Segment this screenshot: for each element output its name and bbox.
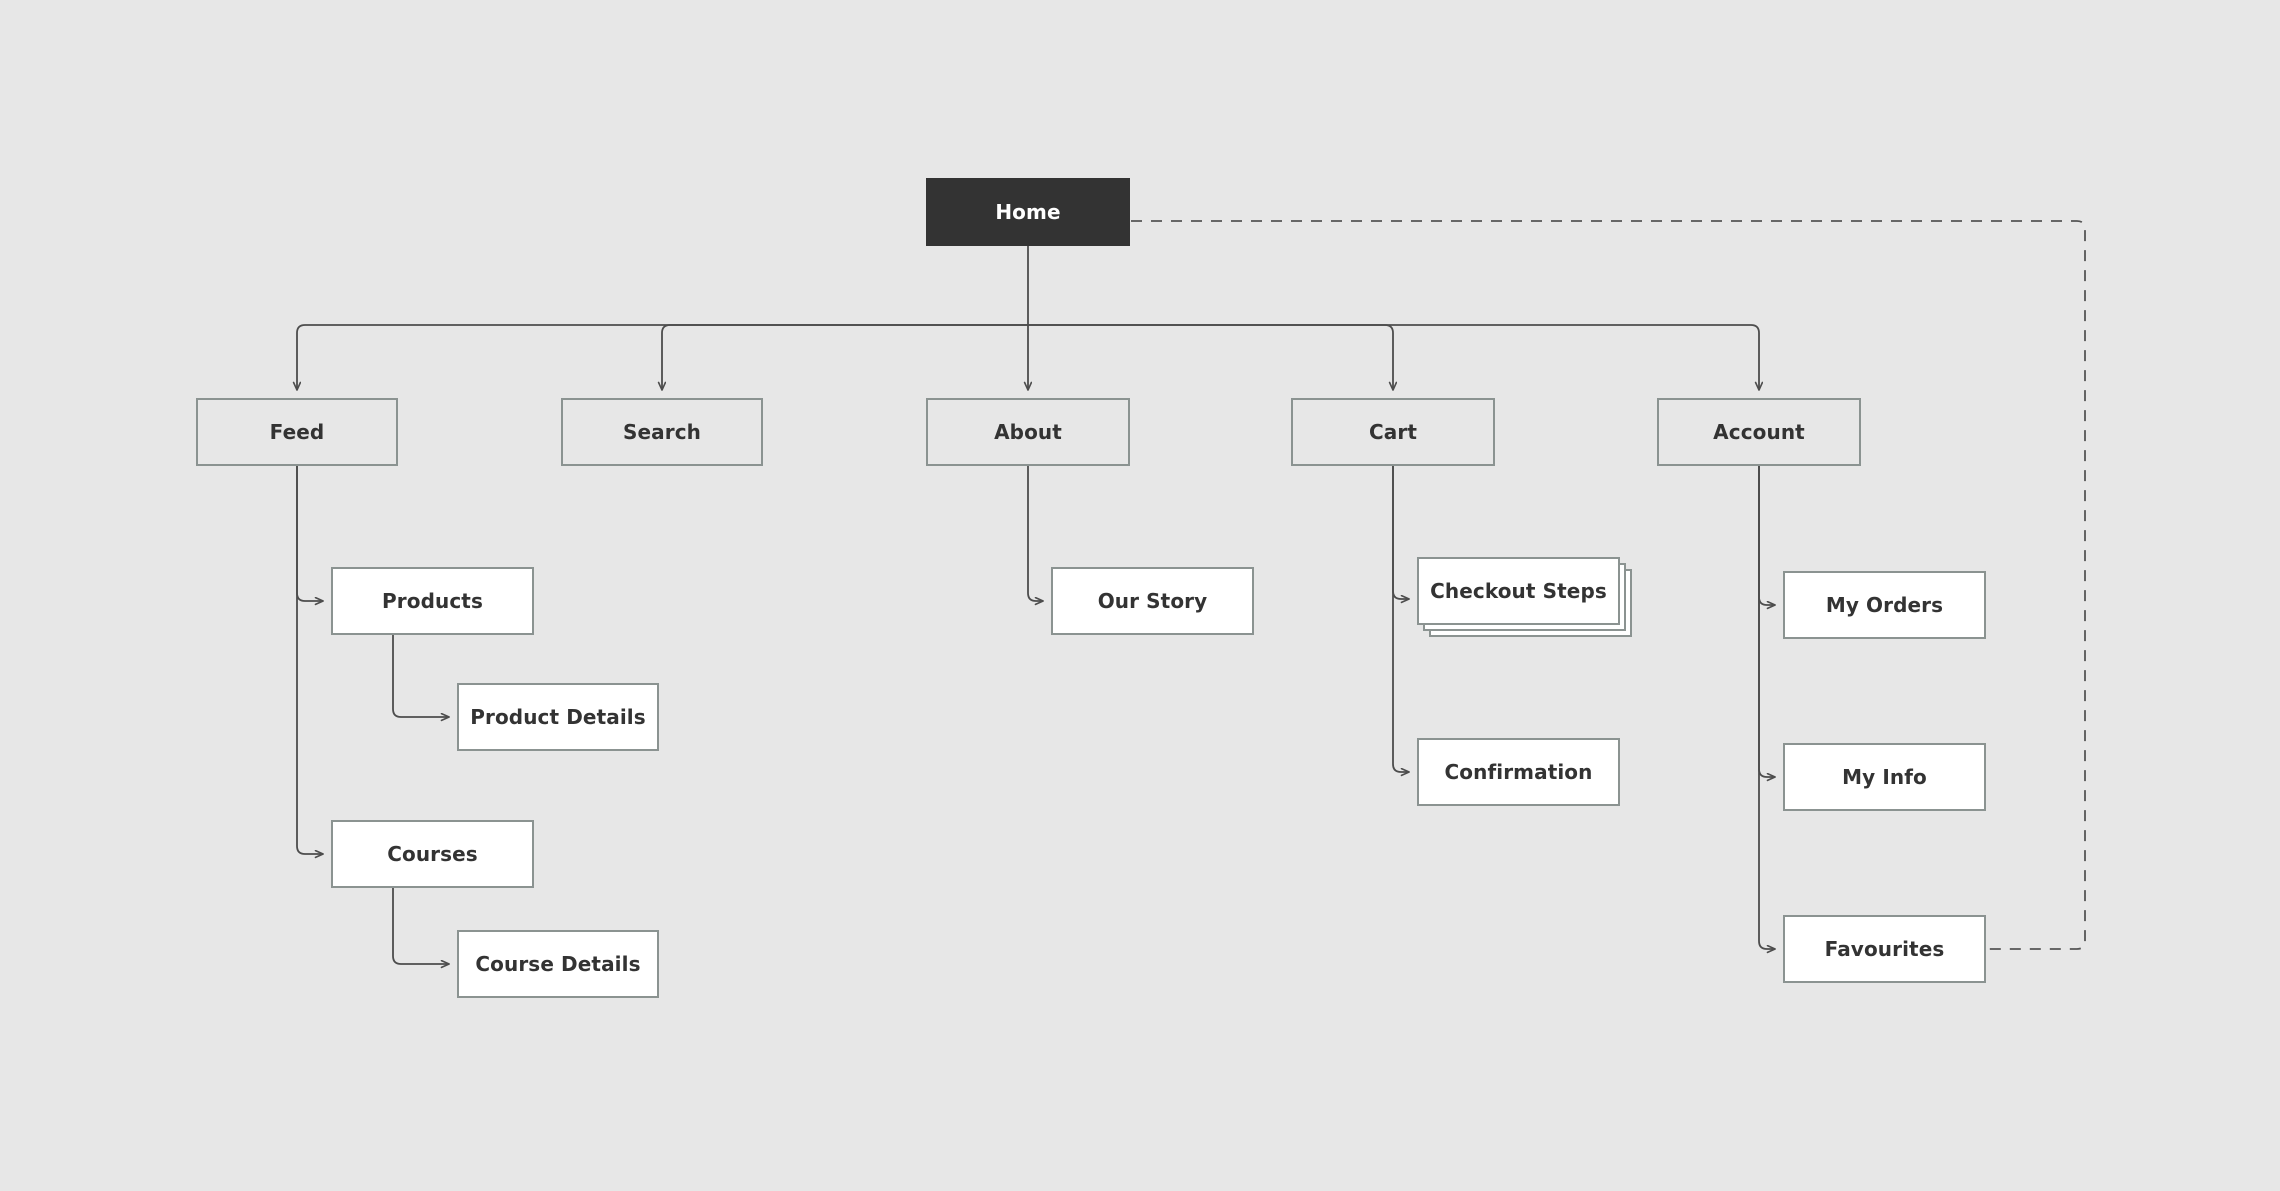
edge-home-account: [1028, 324, 1759, 390]
node-product-details-label: Product Details: [470, 705, 646, 729]
node-my-info-label: My Info: [1842, 765, 1927, 789]
node-our-story-label: Our Story: [1097, 589, 1208, 613]
node-cart[interactable]: Cart: [1291, 398, 1495, 466]
edge-account-my-orders: [1758, 466, 1775, 605]
node-confirmation[interactable]: Confirmation: [1417, 738, 1620, 806]
edge-home-cart: [1028, 324, 1393, 390]
node-products-label: Products: [382, 589, 483, 613]
edge-home-search: [662, 324, 1028, 390]
edge-home-feed: [297, 324, 1028, 390]
edge-courses-course-details: [392, 888, 449, 964]
node-about-label: About: [994, 420, 1062, 444]
node-favourites-label: Favourites: [1824, 937, 1945, 961]
node-favourites[interactable]: Favourites: [1783, 915, 1986, 983]
node-product-details[interactable]: Product Details: [457, 683, 659, 751]
node-account-label: Account: [1713, 420, 1805, 444]
edge-account-favourites: [1758, 466, 1775, 949]
node-my-orders[interactable]: My Orders: [1783, 571, 1986, 639]
edge-about-our-story: [1027, 466, 1043, 601]
node-home-label: Home: [995, 200, 1061, 224]
node-my-orders-label: My Orders: [1825, 593, 1944, 617]
node-about[interactable]: About: [926, 398, 1130, 466]
node-course-details[interactable]: Course Details: [457, 930, 659, 998]
edge-feed-products: [296, 466, 323, 601]
edge-cart-checkout-steps: [1392, 466, 1409, 599]
node-checkout-steps[interactable]: Checkout Steps: [1417, 557, 1620, 625]
node-cart-label: Cart: [1369, 420, 1417, 444]
node-courses-label: Courses: [387, 842, 478, 866]
node-search[interactable]: Search: [561, 398, 763, 466]
node-course-details-label: Course Details: [475, 952, 641, 976]
edge-cart-confirmation: [1392, 466, 1409, 772]
node-courses[interactable]: Courses: [331, 820, 534, 888]
edge-feed-courses: [296, 466, 323, 854]
node-my-info[interactable]: My Info: [1783, 743, 1986, 811]
node-confirmation-label: Confirmation: [1444, 760, 1593, 784]
node-home[interactable]: Home: [926, 178, 1130, 246]
node-feed[interactable]: Feed: [196, 398, 398, 466]
node-checkout-steps-label: Checkout Steps: [1430, 579, 1607, 603]
node-account[interactable]: Account: [1657, 398, 1861, 466]
sitemap-diagram: Home Feed Search About Cart Account Prod…: [0, 0, 2280, 1191]
edge-products-product-details: [392, 635, 449, 717]
node-feed-label: Feed: [269, 420, 325, 444]
node-search-label: Search: [622, 420, 702, 444]
node-our-story[interactable]: Our Story: [1051, 567, 1254, 635]
edge-account-my-info: [1758, 466, 1775, 777]
node-products[interactable]: Products: [331, 567, 534, 635]
